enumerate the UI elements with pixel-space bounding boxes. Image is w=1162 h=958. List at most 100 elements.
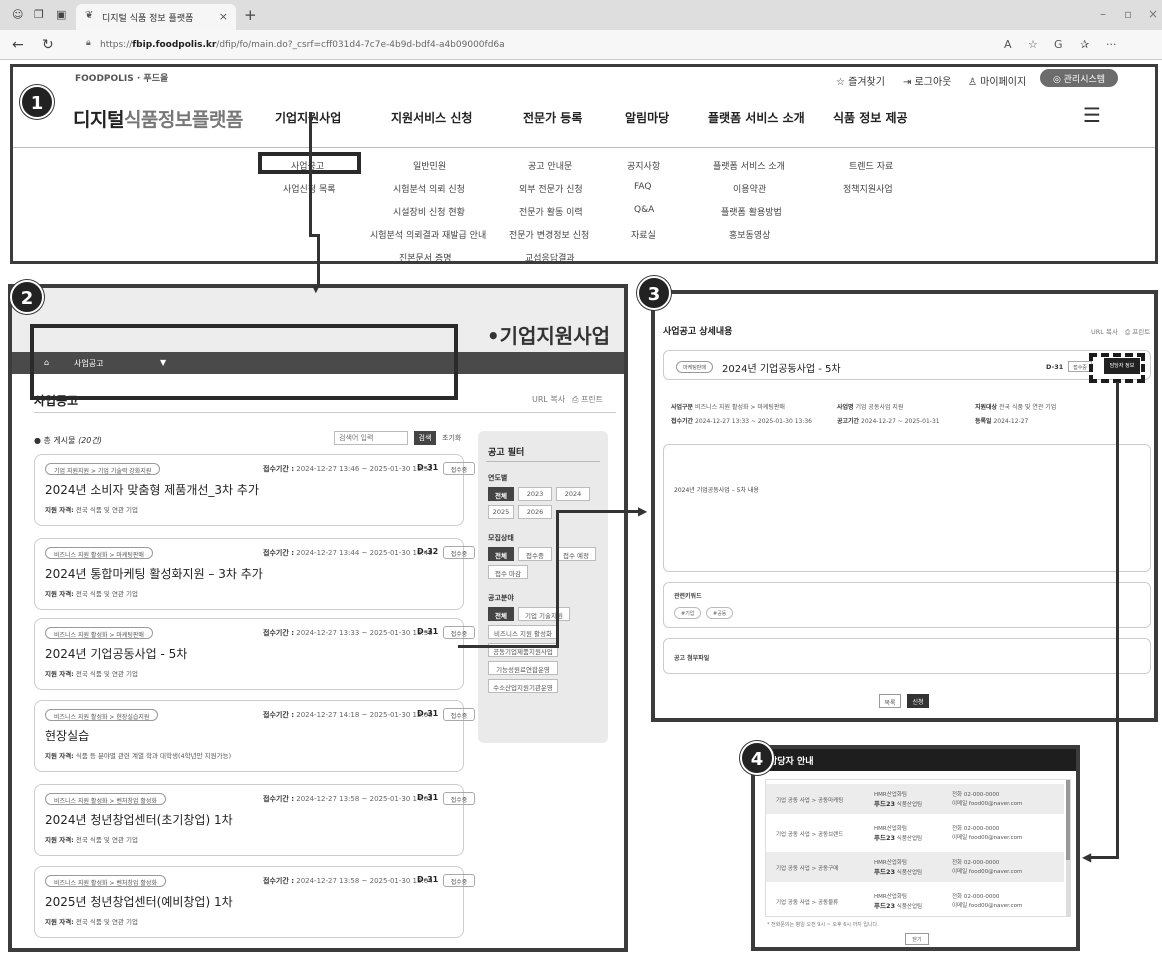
submenu-link[interactable]: 정책지원사업 — [843, 182, 893, 195]
submenu-link[interactable]: 시설장비 신청 현황 — [393, 205, 465, 218]
contact-mail: 이메일 food00@naver.com — [952, 835, 1023, 841]
admin-system-button[interactable]: ◎ 관리시스템 — [1040, 69, 1118, 87]
filter-chip-field[interactable]: 비즈니스 지원 활성화 — [488, 625, 558, 639]
filter-chip-state[interactable]: 전체 — [488, 547, 514, 561]
lock-icon: 🔒︎ — [86, 38, 91, 48]
close-icon[interactable]: × — [219, 10, 228, 23]
copilot-icon[interactable]: G — [1054, 38, 1063, 51]
more-icon[interactable]: ··· — [1106, 38, 1117, 51]
list-item[interactable]: 비즈니스 지원 활성화 > 현장실습지원 현장실습 지원 자격: 식품 등 분야… — [34, 700, 475, 772]
gnb-item-5[interactable]: 식품 정보 제공 — [833, 109, 908, 126]
submenu-link[interactable]: 외부 전문가 신청 — [519, 182, 583, 195]
filter-chip-field[interactable]: 수소산업지원기관운영 — [488, 679, 558, 693]
submenu-link[interactable]: 공지사항 — [627, 159, 660, 172]
submenu-link[interactable]: 플랫폼 서비스 소개 — [713, 159, 785, 172]
list-item[interactable]: 비즈니스 지원 활성화 > 마케팅판매 2024년 기업공동사업 - 5차 지원… — [34, 618, 475, 690]
notice-title[interactable]: 2024년 기업공동사업 - 5차 — [45, 645, 187, 662]
gnb-item-3[interactable]: 알림마당 — [625, 109, 669, 126]
apply-button[interactable]: 신청 — [907, 694, 929, 708]
print-button[interactable]: ⎙ 프린트 — [572, 394, 603, 405]
notice-title[interactable]: 2024년 소비자 맞춤형 제품개선_3차 추가 — [45, 481, 259, 498]
gnb-item-2[interactable]: 전문가 등록 — [523, 109, 582, 126]
list-button[interactable]: 목록 — [879, 694, 901, 708]
back-icon[interactable]: ← — [12, 37, 24, 53]
favorites-bar-icon[interactable]: ✰ — [1080, 38, 1089, 51]
list-item[interactable]: 비즈니스 지원 활성화 > 벤처창업 활성화 2025년 청년창업센터(예비창업… — [34, 866, 475, 938]
new-tab-icon[interactable]: + — [244, 6, 257, 24]
address-bar[interactable]: 🔒︎ https://fbip.foodpolis.kr/dfip/fo/mai… — [80, 35, 690, 55]
submenu-link[interactable]: 공고 안내문 — [528, 159, 572, 172]
logout-link[interactable]: ⇥ 로그아웃 — [903, 73, 951, 88]
favorites-link[interactable]: ☆ 즐겨찾기 — [836, 73, 885, 88]
qualification: 지원 자격: 식품 등 분야별 관련 계열 학과 대학생(4학년만 지원가능) — [45, 750, 231, 760]
submenu-link[interactable]: 교섭응답결과 — [525, 251, 575, 261]
collections-icon[interactable]: ❐ — [34, 8, 44, 21]
gnb-item-1[interactable]: 지원서비스 신청 — [391, 109, 472, 126]
scrollbar-thumb[interactable] — [1066, 780, 1070, 860]
filter-chip-year[interactable]: 2026 — [518, 505, 552, 519]
list-item[interactable]: 기업 지원지원 > 기업 기술력 강화지원 2024년 소비자 맞춤형 제품개선… — [34, 454, 475, 526]
read-aloud-icon[interactable]: A — [1004, 38, 1012, 51]
meta-business-name: 사업명 기업 공동사업 지원 — [837, 402, 903, 411]
submenu-link[interactable]: 일반민원 — [413, 159, 446, 172]
submenu-link[interactable]: 자료실 — [631, 228, 656, 241]
filter-chip-year[interactable]: 2025 — [488, 505, 514, 519]
submenu-link[interactable]: 시험분석 의뢰결과 재발급 안내 — [370, 228, 486, 241]
submenu-link[interactable]: 진본문서 증명 — [399, 251, 452, 261]
submenu-link[interactable]: 전문가 변경정보 신청 — [509, 228, 589, 241]
filter-chip-year[interactable]: 2023 — [518, 487, 552, 501]
tab-actions-icon[interactable]: ▣ — [56, 8, 66, 21]
minimize-icon[interactable]: – — [1100, 7, 1106, 21]
list-item[interactable]: 비즈니스 지원 활성화 > 벤처창업 활성화 2024년 청년창업센터(초기창업… — [34, 784, 475, 856]
filter-chip-state[interactable]: 접수 예정 — [556, 547, 596, 561]
keyword-chip[interactable]: #공동 — [706, 607, 734, 619]
submenu-link[interactable]: 시험분석 의뢰 신청 — [393, 182, 465, 195]
profile-icon[interactable]: ☺ — [12, 8, 23, 21]
favorite-icon[interactable]: ☆ — [1028, 38, 1038, 51]
highlight-box-selected-notice — [30, 324, 458, 400]
filter-chip-state[interactable]: 접수중 — [518, 547, 552, 561]
refresh-icon[interactable]: ↻ — [42, 37, 54, 53]
filter-chip-field[interactable]: 전체 — [488, 607, 514, 621]
submenu-link[interactable]: 플랫폼 활용방법 — [721, 205, 782, 218]
filter-chip-year[interactable]: 2024 — [556, 487, 590, 501]
notice-title[interactable]: 2024년 통합마케팅 활성화지원 – 3차 추가 — [45, 565, 263, 582]
dday-label: D-32 — [417, 547, 439, 556]
keyword-chip[interactable]: #기업 — [674, 607, 702, 619]
browser-tab[interactable]: ❦ 디지털 식품 정보 플랫폼 × — [76, 4, 236, 30]
reset-button[interactable]: 초기화 — [442, 433, 461, 443]
search-input[interactable] — [334, 431, 408, 445]
maximize-icon[interactable]: ▫ — [1124, 7, 1132, 21]
gnb-item-4[interactable]: 플랫폼 서비스 소개 — [708, 109, 805, 126]
scrollbar[interactable] — [1066, 780, 1070, 916]
submenu-link[interactable]: FAQ — [634, 182, 651, 192]
period-value: 2024-12-27 13:46 ~ 2025-01-30 13:52 — [296, 465, 433, 473]
submenu-link[interactable]: 홍보동영상 — [729, 228, 770, 241]
filter-chip-year[interactable]: 전체 — [488, 487, 514, 501]
notice-title[interactable]: 2025년 청년창업센터(예비창업) 1차 — [45, 893, 233, 910]
submenu-link[interactable]: 전문가 활동 이력 — [519, 205, 583, 218]
filter-chip-state[interactable]: 접수 마감 — [488, 565, 528, 579]
search-button[interactable]: 검색 — [414, 431, 436, 445]
print-button[interactable]: ⎙ 프린트 — [1125, 326, 1150, 337]
menu-icon[interactable]: ☰ — [1083, 103, 1101, 127]
list-item[interactable]: 비즈니스 지원 활성화 > 마케팅판매 2024년 통합마케팅 활성화지원 – … — [34, 538, 475, 610]
platform-logo[interactable]: 디지털식품정보플랫폼 — [73, 105, 243, 132]
url-copy-button[interactable]: URL 복사 — [1091, 326, 1118, 336]
notice-title[interactable]: 2024년 청년창업센터(초기창업) 1차 — [45, 811, 233, 828]
submenu-link[interactable]: Q&A — [634, 205, 654, 215]
url-copy-button[interactable]: URL 복사 — [532, 394, 565, 405]
submenu-link[interactable]: 이용약관 — [733, 182, 766, 195]
site-favicon-icon: ❦ — [85, 10, 94, 21]
contact-org: HMR산업화팀 푸드23 식품산업팀 — [874, 893, 922, 912]
window-close-icon[interactable]: × — [1148, 7, 1158, 21]
close-button[interactable]: 닫기 — [905, 933, 929, 945]
notice-title[interactable]: 현장실습 — [45, 727, 89, 744]
qual-value: 전국 식품 및 연관 기업 — [75, 918, 138, 926]
period-value: 2024-12-27 13:33 ~ 2025-01-30 13:36 — [296, 629, 433, 637]
filter-chip-field[interactable]: 기능성원료연합운영 — [488, 661, 558, 675]
mypage-link[interactable]: ♙ 마이페이지 — [968, 73, 1026, 88]
filter-chip-field[interactable]: 기업 기술지원 — [518, 607, 570, 621]
submenu-link[interactable]: 트렌드 자료 — [849, 159, 893, 172]
foodpolis-logo[interactable]: FOODPOLIS · 푸드올 — [75, 71, 168, 84]
